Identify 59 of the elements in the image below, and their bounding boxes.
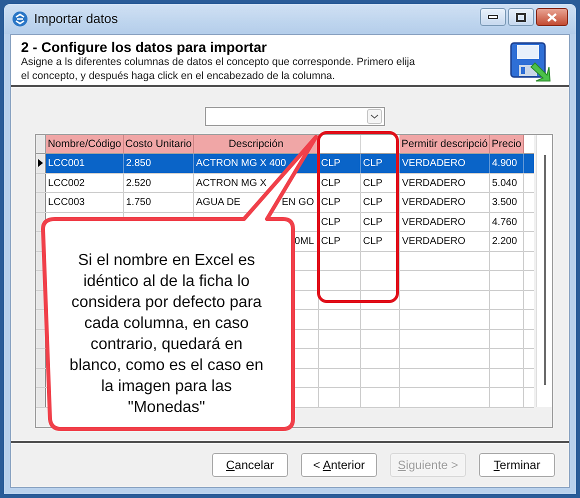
table-cell-text: AGUA DE [196,196,240,210]
table-cell-text: LCC001 [48,157,85,171]
concept-dropdown[interactable] [205,107,385,126]
close-button[interactable] [536,8,568,26]
floppy-disk-icon [509,41,551,83]
table-cell-text: 0ML [294,235,314,249]
table-row[interactable]: LCC003 1.750 AGUA DE EN GO CLP CLP VERDADERO 3.500 [36,193,534,212]
callout-text: Si el nombre en Excel es idéntico al de la ficha lo considera por defecto para cada columna, en caso contrario, quedará en blanco, como es el caso en la imagen para las "Monedas" [68,251,264,418]
table-row[interactable]: LCC002 2.520 ACTRON MG X CLP CLP VERDADERO 5.040 [36,174,534,193]
table-cell-text: CLP [363,157,382,171]
table-cell-text: ACTRON MG X [196,176,267,190]
table-cell-text: 1.750 [126,196,152,210]
minimize-button[interactable] [480,8,506,26]
table-cell-text: LCC002 [48,176,85,190]
table-cell-text: 2.850 [126,157,152,171]
window-title: Importar datos [34,10,119,28]
table-cell-text: CLP [363,176,382,190]
app-logo-icon [12,11,28,27]
table-cell-text: CLP [363,235,382,249]
table-cell-text: 5.040 [492,176,518,190]
column-header[interactable]: Permitir descripció [400,135,490,153]
table-cell-text: CLP [321,157,340,171]
current-row-icon [38,159,43,168]
step-title: 2 - Configure los datos para importar [21,39,268,56]
table-cell-text: 4.760 [492,216,518,230]
table-cell-text: 2.200 [492,235,518,249]
table-cell-text: CLP [321,235,340,249]
table-cell-text: EN GO [282,196,314,210]
table-cell-text: VERDADERO [402,235,466,249]
column-header[interactable]: Descripción [194,135,319,153]
table-cell-text: CLP [321,196,340,210]
maximize-icon [516,12,526,22]
table-cell-text: CLP [321,216,340,230]
table-cell-text: 4.900 [492,157,518,171]
table-cell-text: LCC003 [48,196,85,210]
table-cell-text: VERDADERO [402,157,466,171]
wizard-button[interactable]: < Anterior [301,453,377,477]
close-icon [547,12,557,22]
column-header[interactable]: Precio [490,135,524,153]
column-header[interactable]: Costo Unitario [124,135,194,153]
column-header[interactable]: Nombre/Código [46,135,124,153]
table-cell-text: CLP [363,216,382,230]
table-cell-text: ACTRON MG X 400 [196,157,286,171]
wizard-button[interactable]: Terminar [479,453,555,477]
vertical-scrollbar[interactable] [536,135,552,407]
step-description: Asigne a ls diferentes columnas de datos el concepto que corresponde. Primero elija el concepto, y después haga click en el encabezado de la columna. [21,56,416,83]
row-header[interactable] [36,154,46,172]
wizard-button[interactable]: Cancelar [212,453,288,477]
table-cell-text: CLP [363,196,382,210]
table-cell-text: VERDADERO [402,196,466,210]
table-cell-text: 2.520 [126,176,152,190]
minimize-icon [488,15,498,19]
maximize-button[interactable] [508,8,534,26]
chevron-down-icon [367,109,382,124]
table-row[interactable]: LCC001 2.850 ACTRON MG X 400 CLP CLP VERDADERO 4.900 [36,154,534,174]
table-cell-text: 3.500 [492,196,518,210]
table-cell-text: VERDADERO [402,176,466,190]
table-cell-text: VERDADERO [402,216,466,230]
table-cell-text: CLP [321,176,340,190]
